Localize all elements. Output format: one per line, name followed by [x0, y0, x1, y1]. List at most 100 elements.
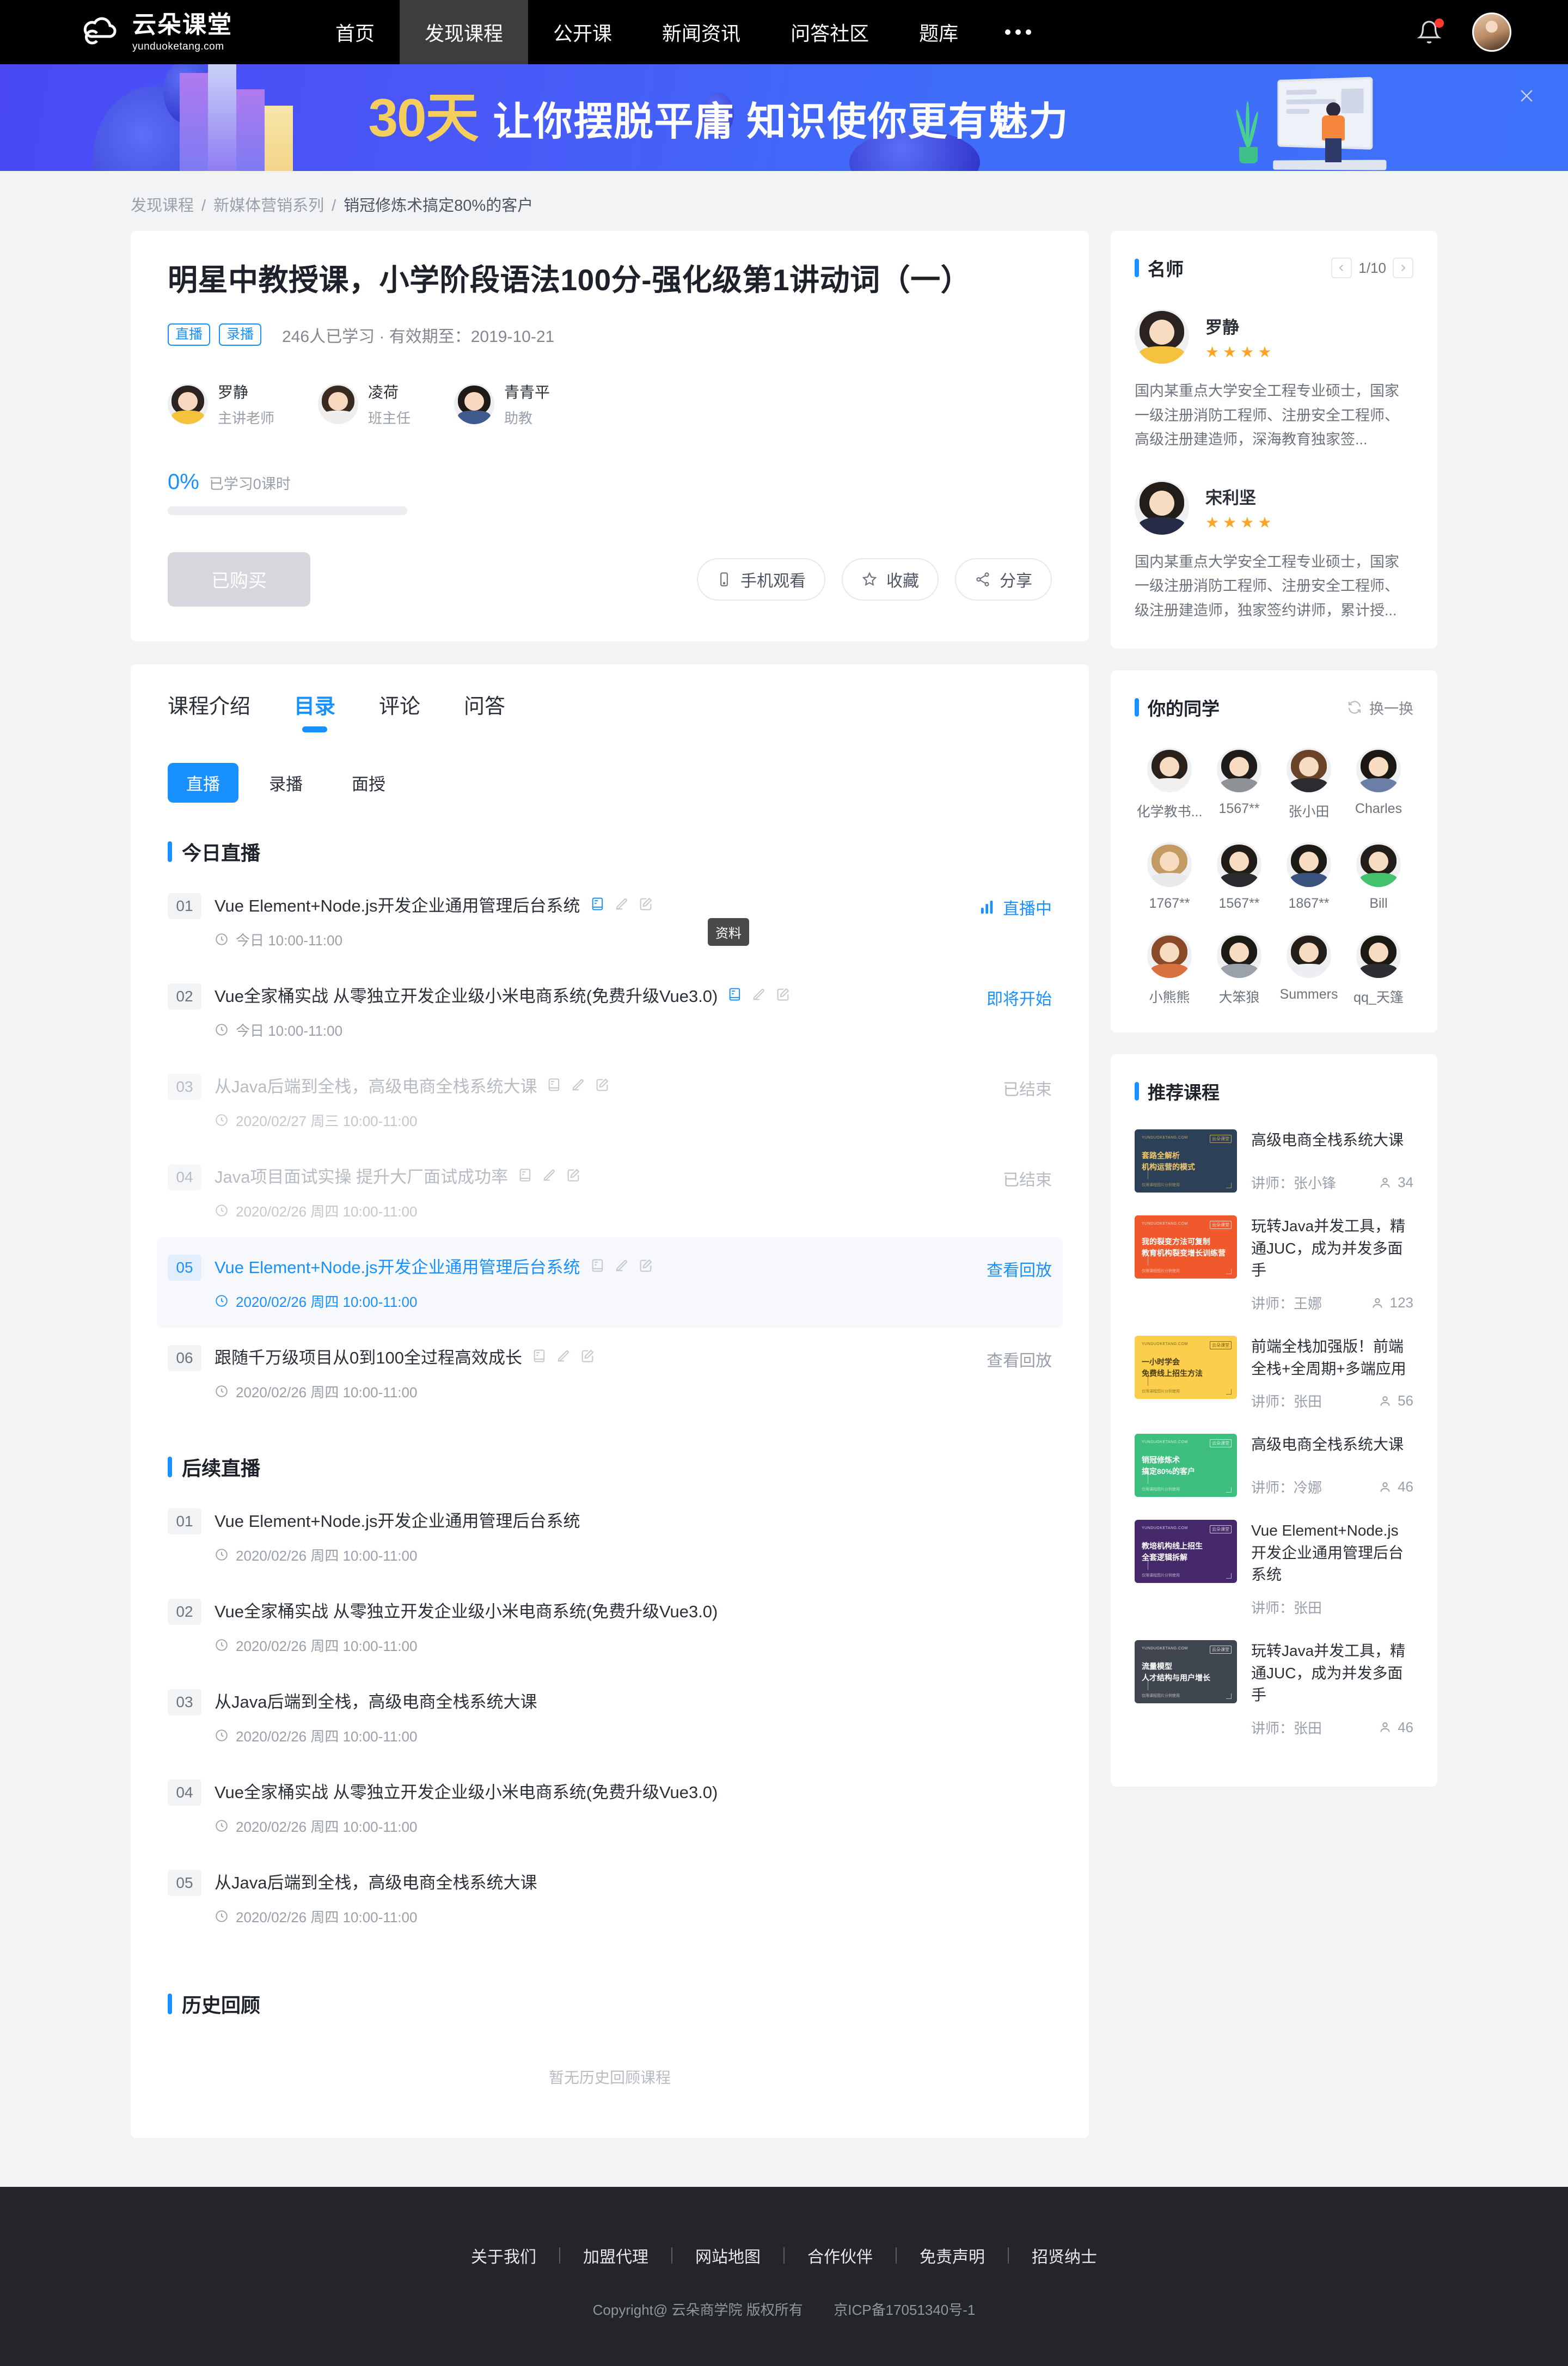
materials-icon[interactable] — [727, 987, 743, 1002]
classmate-item[interactable]: 1767** — [1135, 842, 1204, 912]
exam-icon[interactable] — [566, 1167, 581, 1183]
lesson-row[interactable]: 04 Vue全家桶实战 从零独立开发企业级小米电商系统(免费升级Vue3.0) 20… — [157, 1762, 1063, 1853]
classmate-item[interactable]: 小熊熊 — [1135, 933, 1204, 1006]
lesson-time-text: 今日 10:00-11:00 — [236, 932, 343, 949]
lesson-row[interactable]: 04 Java项目面试实操 提升大厂面试成功率 2020/02/26 周四 10:0… — [157, 1147, 1063, 1237]
footer-link-3[interactable]: 网站地图 — [672, 2243, 783, 2267]
homework-icon[interactable] — [556, 1348, 571, 1364]
course-teacher[interactable]: 青青平 助教 — [454, 381, 550, 427]
materials-icon[interactable] — [518, 1167, 533, 1183]
exam-icon[interactable] — [580, 1348, 595, 1364]
segment-2[interactable]: 录播 — [250, 763, 321, 803]
nav-item-3[interactable]: 公开课 — [528, 0, 637, 64]
materials-icon[interactable] — [532, 1348, 547, 1364]
lesson-row[interactable]: 02 Vue全家桶实战 从零独立开发企业级小米电商系统(免费升级Vue3.0) 20… — [157, 1581, 1063, 1672]
teachers-prev-button[interactable] — [1331, 258, 1352, 278]
nav-item-1[interactable]: 首页 — [310, 0, 400, 64]
classmate-item[interactable]: 大笨狼 — [1204, 933, 1274, 1006]
lesson-row[interactable]: 05 Vue Element+Node.js开发企业通用管理后台系统 2020/02… — [157, 1237, 1063, 1328]
lesson-status[interactable]: 即将开始 — [987, 986, 1052, 1010]
famous-teacher[interactable]: 罗静 ★ ★ ★ ★ 国内某重点大学安全工程专业硕士，国家一级注册消防工程师、注册安全工程… — [1135, 309, 1413, 452]
nav-more-button[interactable] — [983, 0, 1053, 64]
lesson-row[interactable]: 05 从Java后端到全栈，高级电商全栈系统大课 2020/02/26 周四 10:… — [157, 1853, 1063, 1943]
refresh-icon — [1346, 699, 1363, 716]
segment-1[interactable]: 直播 — [168, 762, 238, 803]
lesson-row[interactable]: 01 Vue Element+Node.js开发企业通用管理后台系统 今日 10:0… — [157, 876, 1063, 966]
breadcrumb-item[interactable]: 新媒体营销系列 — [213, 197, 324, 215]
lesson-row[interactable]: 02 Vue全家桶实战 从零独立开发企业级小米电商系统(免费升级Vue3.0) 今日… — [157, 966, 1063, 1056]
classmate-item[interactable]: Charles — [1344, 748, 1413, 821]
homework-icon[interactable] — [571, 1077, 586, 1092]
favorite-button[interactable]: 收藏 — [842, 558, 939, 601]
footer-link-4[interactable]: 合作伙伴 — [785, 2243, 896, 2267]
classmate-item[interactable]: 1567** — [1204, 842, 1274, 912]
course-teacher[interactable]: 罗静 主讲老师 — [168, 381, 274, 427]
nav-item-4[interactable]: 新闻资讯 — [637, 0, 765, 64]
banner-close-button[interactable] — [1511, 81, 1542, 111]
homework-icon[interactable] — [542, 1167, 557, 1183]
footer-link-1[interactable]: 关于我们 — [448, 2243, 559, 2267]
lesson-row[interactable]: 03 从Java后端到全栈，高级电商全栈系统大课 2020/02/26 周四 10:… — [157, 1672, 1063, 1762]
recommended-course[interactable]: YUNDUOKETANG.COM 云朵课堂 销冠修炼术 搞定80%的客户 仅限课程图片分… — [1135, 1434, 1413, 1497]
site-logo[interactable]: 云朵课堂 yunduoketang.com — [0, 0, 310, 64]
promo-banner[interactable]: 30天 让你摆脱平庸 知识使你更有魅力 — [0, 64, 1568, 171]
watch-on-phone-button[interactable]: 手机观看 — [697, 558, 825, 601]
recommended-course[interactable]: YUNDUOKETANG.COM 云朵课堂 教培机构线上招生 全套逻辑拆解 仅限课程图片… — [1135, 1520, 1413, 1617]
recommended-course[interactable]: YUNDUOKETANG.COM 云朵课堂 套路全解析 机构运营的模式 仅限课程图片分例… — [1135, 1129, 1413, 1193]
classmate-item[interactable]: Bill — [1344, 842, 1413, 912]
footer-link-2[interactable]: 加盟代理 — [560, 2243, 671, 2267]
classmate-item[interactable]: 张小田 — [1274, 748, 1344, 821]
teachers-next-button[interactable] — [1393, 258, 1413, 278]
lesson-body: 从Java后端到全栈，高级电商全栈系统大课 2020/02/27 周三 10:00… — [215, 1073, 1003, 1130]
exam-icon[interactable] — [638, 896, 653, 912]
classmates-refresh-button[interactable]: 换一换 — [1346, 697, 1413, 718]
user-avatar[interactable] — [1472, 13, 1511, 52]
tab-1[interactable]: 课程介绍 — [168, 689, 250, 732]
tab-3[interactable]: 评论 — [379, 689, 420, 732]
homework-icon[interactable] — [614, 1258, 629, 1273]
share-button[interactable]: 分享 — [955, 558, 1052, 601]
classmate-item[interactable]: Summers — [1274, 933, 1344, 1006]
classmate-item[interactable]: qq_天篷 — [1344, 933, 1413, 1006]
nav-item-6[interactable]: 题库 — [894, 0, 983, 64]
lesson-time: 2020/02/26 周四 10:00-11:00 — [215, 1635, 1052, 1655]
notifications-button[interactable] — [1417, 19, 1444, 45]
lesson-row[interactable]: 01 Vue Element+Node.js开发企业通用管理后台系统 2020/02… — [157, 1491, 1063, 1581]
breadcrumb-item[interactable]: 发现课程 — [131, 197, 194, 215]
homework-icon[interactable] — [614, 896, 629, 912]
nav-item-5[interactable]: 问答社区 — [765, 0, 894, 64]
purchased-button[interactable]: 已购买 — [168, 552, 310, 607]
lesson-status-text: 查看回放 — [987, 1261, 1052, 1280]
classmate-item[interactable]: 1867** — [1274, 842, 1344, 912]
exam-icon[interactable] — [775, 987, 791, 1002]
lesson-status[interactable]: 查看回放 — [987, 1257, 1052, 1281]
lesson-status[interactable]: 已结束 — [1003, 1076, 1052, 1100]
lesson-status[interactable]: 查看回放 — [987, 1347, 1052, 1371]
lesson-title: Java项目面试实操 提升大厂面试成功率 — [215, 1167, 509, 1187]
tab-4[interactable]: 问答 — [464, 689, 505, 732]
classmate-item[interactable]: 化学教书... — [1135, 748, 1204, 821]
classmate-item[interactable]: 1567** — [1204, 748, 1274, 821]
tab-2[interactable]: 目录 — [294, 689, 335, 732]
exam-icon[interactable] — [595, 1077, 610, 1092]
materials-icon[interactable] — [547, 1077, 562, 1092]
famous-teacher[interactable]: 宋利坚 ★ ★ ★ ★ 国内某重点大学安全工程专业硕士，国家一级注册消防工程师、注册安全工… — [1135, 480, 1413, 623]
lesson-title: Vue Element+Node.js开发企业通用管理后台系统 — [215, 1257, 580, 1277]
recommended-course[interactable]: YUNDUOKETANG.COM 云朵课堂 一小时学会 免费线上招生方法 仅限课程图片分… — [1135, 1336, 1413, 1411]
materials-icon[interactable] — [590, 896, 605, 912]
nav-item-2[interactable]: 发现课程 — [400, 0, 529, 64]
segment-3[interactable]: 面授 — [333, 763, 404, 803]
recommended-course[interactable]: YUNDUOKETANG.COM 云朵课堂 流量模型 人才结构与用户增长 仅限课程图片分… — [1135, 1640, 1413, 1738]
footer-link-5[interactable]: 免责声明 — [897, 2243, 1008, 2267]
homework-icon[interactable] — [751, 987, 767, 1002]
lesson-status[interactable]: 直播中 — [980, 895, 1052, 919]
exam-icon[interactable] — [638, 1258, 653, 1273]
materials-icon[interactable] — [590, 1258, 605, 1273]
recommended-course[interactable]: YUNDUOKETANG.COM 云朵课堂 我的裂变方法可复制 教育机构裂变增长训练营… — [1135, 1215, 1413, 1313]
course-teacher[interactable]: 凌荷 班主任 — [318, 381, 411, 427]
lesson-row[interactable]: 03 从Java后端到全栈，高级电商全栈系统大课 2020/02/27 周三 10:… — [157, 1056, 1063, 1147]
lesson-status[interactable]: 已结束 — [1003, 1166, 1052, 1190]
lesson-row[interactable]: 06 跟随千万级项目从0到100全过程高效成长 2020/02/26 周四 10:0… — [157, 1328, 1063, 1418]
phone-icon — [716, 572, 732, 587]
footer-link-6[interactable]: 招贤纳士 — [1009, 2243, 1120, 2267]
